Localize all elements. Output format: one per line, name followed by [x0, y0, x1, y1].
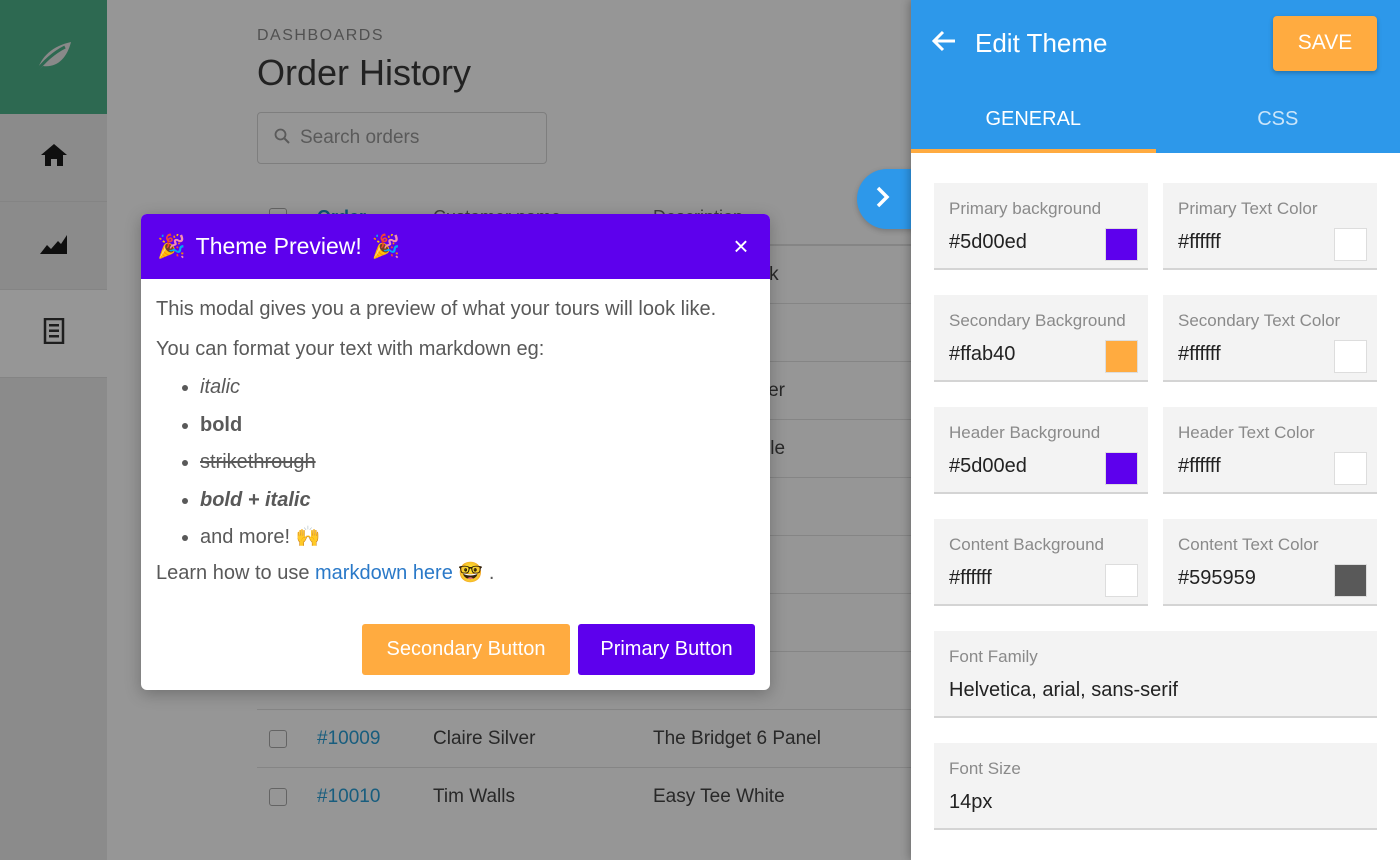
- color-field[interactable]: Header Text Color #ffffff: [1163, 407, 1377, 494]
- color-field[interactable]: Content Text Color #595959: [1163, 519, 1377, 606]
- more-example: and more! 🙌: [200, 526, 321, 548]
- modal-format-intro: You can format your text with markdown e…: [156, 338, 545, 360]
- tab-css[interactable]: CSS: [1156, 86, 1400, 153]
- field-label: Font Size: [949, 759, 1021, 778]
- bold-example: bold: [200, 413, 243, 436]
- list-item: italic: [200, 375, 755, 399]
- color-field[interactable]: Secondary Background #ffab40: [934, 295, 1148, 382]
- learn-markdown-text: Learn how to use markdown here 🤓 .: [156, 561, 755, 585]
- party-popper-icon: 🎉: [371, 233, 401, 259]
- color-field[interactable]: Secondary Text Color #ffffff: [1163, 295, 1377, 382]
- color-field[interactable]: Content Background #ffffff: [934, 519, 1148, 606]
- color-swatch[interactable]: [1334, 228, 1367, 261]
- close-icon[interactable]: ×: [728, 231, 754, 262]
- field-label: Secondary Background: [949, 311, 1126, 330]
- markdown-link[interactable]: markdown here: [315, 562, 453, 584]
- color-swatch[interactable]: [1105, 340, 1138, 373]
- list-item: strikethrough: [200, 450, 755, 474]
- panel-header: Edit Theme SAVE GENERAL CSS: [911, 0, 1400, 153]
- secondary-button[interactable]: Secondary Button: [362, 624, 570, 675]
- field-label: Secondary Text Color: [1178, 311, 1341, 330]
- color-field[interactable]: Header Background #5d00ed: [934, 407, 1148, 494]
- font-size-field[interactable]: Font Size 14px: [934, 743, 1377, 830]
- primary-button[interactable]: Primary Button: [578, 624, 755, 675]
- field-label: Primary background: [949, 199, 1102, 218]
- theme-preview-modal: 🎉 Theme Preview! 🎉 × This modal gives yo…: [141, 214, 770, 690]
- modal-header: 🎉 Theme Preview! 🎉 ×: [141, 214, 770, 279]
- markdown-examples-list: italic bold strikethrough bold + italic …: [200, 375, 755, 549]
- field-label: Header Text Color: [1178, 423, 1315, 442]
- list-item: bold: [200, 413, 755, 437]
- save-button[interactable]: SAVE: [1273, 15, 1377, 71]
- bold-italic-example: bold + italic: [200, 488, 311, 511]
- field-value[interactable]: 14px: [949, 791, 1367, 814]
- list-item: bold + italic: [200, 488, 755, 512]
- chevron-right-icon: [875, 185, 891, 214]
- field-label: Primary Text Color: [1178, 199, 1318, 218]
- theme-fields: Primary background #5d00ed Primary Text Co…: [911, 153, 1400, 830]
- modal-body: This modal gives you a preview of what y…: [141, 279, 770, 585]
- back-arrow-icon[interactable]: [931, 29, 957, 58]
- learn-prefix: Learn how to use: [156, 562, 315, 584]
- modal-title: 🎉 Theme Preview! 🎉: [157, 233, 728, 260]
- color-swatch[interactable]: [1334, 564, 1367, 597]
- color-field[interactable]: Primary background #5d00ed: [934, 183, 1148, 270]
- color-swatch[interactable]: [1334, 340, 1367, 373]
- modal-actions: Secondary Button Primary Button: [362, 624, 755, 675]
- italic-example: italic: [200, 376, 241, 398]
- color-field[interactable]: Primary Text Color #ffffff: [1163, 183, 1377, 270]
- party-popper-icon: 🎉: [157, 233, 186, 259]
- font-family-field[interactable]: Font Family Helvetica, arial, sans-serif: [934, 631, 1377, 718]
- strikethrough-example: strikethrough: [200, 451, 316, 473]
- panel-tabs: GENERAL CSS: [911, 86, 1400, 153]
- panel-title: Edit Theme: [975, 27, 1108, 58]
- color-swatch[interactable]: [1105, 452, 1138, 485]
- field-value[interactable]: Helvetica, arial, sans-serif: [949, 679, 1367, 702]
- modal-title-text: Theme Preview!: [195, 233, 362, 259]
- learn-suffix: 🤓 .: [452, 562, 495, 584]
- modal-intro: This modal gives you a preview of what y…: [156, 298, 717, 320]
- field-label: Header Background: [949, 423, 1101, 442]
- field-label: Content Background: [949, 535, 1104, 554]
- color-swatch[interactable]: [1105, 228, 1138, 261]
- edit-theme-panel: Edit Theme SAVE GENERAL CSS Primary back…: [911, 0, 1400, 860]
- list-item: and more! 🙌: [200, 525, 755, 549]
- color-swatch[interactable]: [1105, 564, 1138, 597]
- field-label: Font Family: [949, 647, 1038, 666]
- field-label: Content Text Color: [1178, 535, 1319, 554]
- tab-general[interactable]: GENERAL: [911, 86, 1156, 153]
- color-swatch[interactable]: [1334, 452, 1367, 485]
